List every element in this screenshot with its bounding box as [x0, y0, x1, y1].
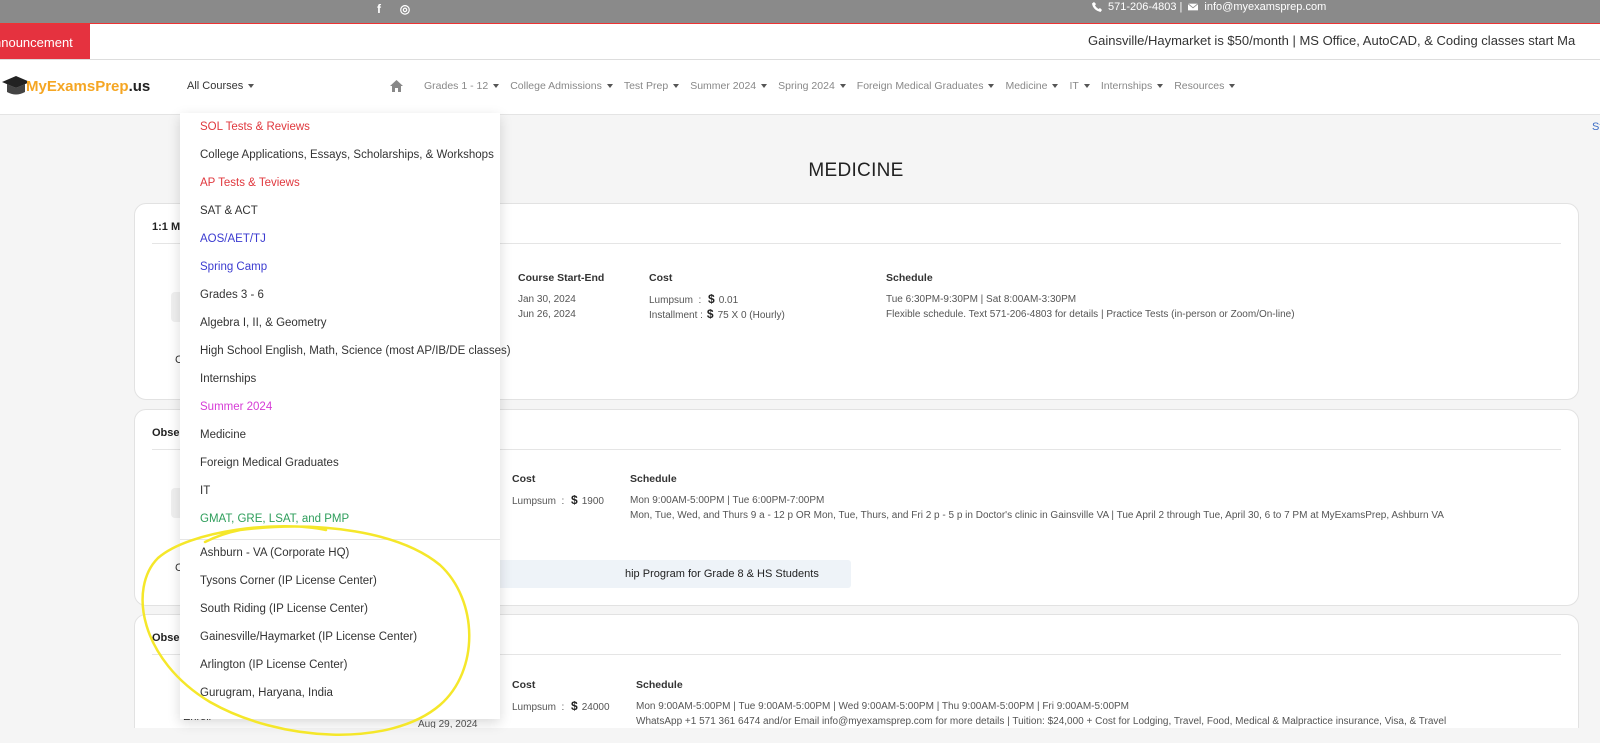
- start-date: Jan 30, 2024: [518, 294, 576, 305]
- facebook-icon[interactable]: f: [373, 2, 385, 16]
- start-end-header: Course Start-End: [518, 272, 605, 284]
- dropdown-divider: [180, 539, 500, 540]
- dollar-icon: $: [706, 307, 714, 321]
- nav-test-prep[interactable]: Test Prep: [624, 80, 680, 92]
- chevron-down-icon: [1157, 84, 1164, 88]
- instagram-icon[interactable]: ◎: [399, 2, 411, 16]
- dropdown-item-sol-tests[interactable]: SOL Tests & Reviews: [200, 121, 310, 133]
- dropdown-item-gainesville-haymarket[interactable]: Gainesville/Haymarket (IP License Center…: [200, 631, 417, 643]
- envelope-icon: [1188, 3, 1199, 11]
- nav-links: Grades 1 - 12 College Admissions Test Pr…: [424, 80, 1236, 92]
- cost-header: Cost: [649, 272, 673, 284]
- main-navbar: MyExamsPrep.us All Courses Grades 1 - 12…: [0, 60, 1600, 115]
- dropdown-item-ap-tests[interactable]: AP Tests & Teviews: [200, 177, 300, 189]
- dropdown-item-college-applications[interactable]: College Applications, Essays, Scholarshi…: [200, 149, 494, 161]
- schedule-header: Schedule: [636, 679, 683, 691]
- cost-label: Lumpsum: [512, 496, 556, 507]
- home-icon[interactable]: [390, 80, 403, 92]
- dollar-icon: $: [571, 493, 578, 507]
- dropdown-item-sat-act[interactable]: SAT & ACT: [200, 205, 258, 217]
- dropdown-item-spring-camp[interactable]: Spring Camp: [200, 261, 267, 273]
- cost-header: Cost: [512, 679, 536, 691]
- nav-resources[interactable]: Resources: [1174, 80, 1236, 92]
- announcement-text[interactable]: Gainsville/Haymarket is $50/month | MS O…: [1088, 33, 1575, 48]
- nav-it[interactable]: IT: [1069, 80, 1090, 92]
- contact-info: 571-206-4803 | info@myexamsprep.com: [1092, 0, 1326, 14]
- cost-value: 75 X 0 (Hourly): [717, 310, 785, 321]
- nav-grades[interactable]: Grades 1 - 12: [424, 80, 500, 92]
- phone-number[interactable]: 571-206-4803 |: [1108, 0, 1182, 14]
- nav-summer-2024[interactable]: Summer 2024: [690, 80, 768, 92]
- schedule-line: Flexible schedule. Text 571-206-4803 for…: [886, 309, 1295, 320]
- announcement-tag: nnouncement: [0, 24, 90, 59]
- cost-label: Installment :: [649, 310, 703, 321]
- cost-value: 0.01: [718, 295, 739, 306]
- dropdown-item-gmat-gre[interactable]: GMAT, GRE, LSAT, and PMP: [200, 513, 349, 525]
- nav-internships[interactable]: Internships: [1101, 80, 1164, 92]
- logo-tld: .us: [128, 78, 151, 95]
- dropdown-item-south-riding[interactable]: South Riding (IP License Center): [200, 603, 368, 615]
- dropdown-item-ashburn[interactable]: Ashburn - VA (Corporate HQ): [200, 547, 349, 559]
- cost-lumpsum: Lumpsum : $0.01: [649, 292, 739, 306]
- all-courses-dropdown: SOL Tests & Reviews College Applications…: [180, 113, 511, 719]
- schedule-header: Schedule: [630, 473, 677, 485]
- top-bar: f ◎ 571-206-4803 | info@myexamsprep.com: [0, 0, 1600, 23]
- all-courses-menu[interactable]: All Courses: [187, 80, 255, 92]
- schedule-header: Schedule: [886, 272, 933, 284]
- schedule-line: Mon 9:00AM-5:00PM | Tue 9:00AM-5:00PM | …: [636, 701, 1130, 712]
- dollar-icon: $: [571, 699, 578, 713]
- dropdown-item-algebra[interactable]: Algebra I, II, & Geometry: [200, 317, 327, 329]
- end-date: Jun 26, 2024: [518, 309, 576, 320]
- dropdown-item-tysons-corner[interactable]: Tysons Corner (IP License Center): [200, 575, 377, 587]
- chevron-down-icon: [1083, 84, 1090, 88]
- schedule-line: Tue 6:30PM-9:30PM | Sat 8:00AM-3:30PM: [886, 294, 1077, 305]
- dropdown-item-grades-3-6[interactable]: Grades 3 - 6: [200, 289, 264, 301]
- cost-value: 1900: [581, 496, 604, 507]
- internship-program-button[interactable]: hip Program for Grade 8 & HS Students: [475, 560, 851, 588]
- cost-lumpsum: Lumpsum : $1900: [512, 493, 604, 507]
- dropdown-item-it[interactable]: IT: [200, 485, 210, 497]
- phone-icon: [1092, 2, 1102, 12]
- cost-header: Cost: [512, 473, 536, 485]
- announcement-bar: nnouncement Gainsville/Haymarket is $50/…: [0, 23, 1600, 60]
- email-link[interactable]: info@myexamsprep.com: [1204, 0, 1326, 14]
- chevron-down-icon: [761, 84, 768, 88]
- chevron-down-icon: [988, 84, 995, 88]
- cost-lumpsum: Lumpsum : $24000: [512, 699, 610, 713]
- schedule-line: WhatsApp +1 571 361 6474 and/or Email in…: [636, 716, 1447, 727]
- chevron-down-icon: [248, 84, 255, 89]
- cost-value: 24000: [581, 702, 610, 713]
- chevron-down-icon: [493, 84, 500, 88]
- dollar-icon: $: [708, 292, 715, 306]
- nav-foreign-medical-graduates[interactable]: Foreign Medical Graduates: [857, 80, 995, 92]
- dropdown-item-arlington[interactable]: Arlington (IP License Center): [200, 659, 347, 671]
- social-links: f ◎: [373, 2, 411, 16]
- nav-medicine[interactable]: Medicine: [1005, 80, 1059, 92]
- chevron-down-icon: [839, 84, 846, 88]
- dropdown-item-high-school[interactable]: High School English, Math, Science (most…: [200, 345, 511, 357]
- logo-text: MyExamsPrep: [26, 78, 129, 95]
- side-link[interactable]: St: [1592, 121, 1600, 133]
- page-bottom: [0, 728, 1600, 743]
- dropdown-item-medicine[interactable]: Medicine: [200, 429, 246, 441]
- schedule-line: Mon 9:00AM-5:00PM | Tue 6:00PM-7:00PM: [630, 495, 825, 506]
- cost-label: Lumpsum: [649, 295, 693, 306]
- nav-college-admissions[interactable]: College Admissions: [510, 80, 613, 92]
- chevron-down-icon: [673, 84, 680, 88]
- chevron-down-icon: [1052, 84, 1059, 88]
- schedule-line: Mon, Tue, Wed, and Thurs 9 a - 12 p OR M…: [630, 510, 1444, 521]
- site-logo[interactable]: MyExamsPrep.us: [0, 70, 150, 108]
- dropdown-item-internships[interactable]: Internships: [200, 373, 256, 385]
- chevron-down-icon: [606, 84, 613, 88]
- dropdown-item-aos-aet-tj[interactable]: AOS/AET/TJ: [200, 233, 266, 245]
- cost-installment: Installment : $75 X 0 (Hourly): [649, 307, 785, 323]
- nav-spring-2024[interactable]: Spring 2024: [778, 80, 846, 92]
- dropdown-item-foreign-medical-graduates[interactable]: Foreign Medical Graduates: [200, 457, 339, 469]
- cost-label: Lumpsum: [512, 702, 556, 713]
- dropdown-item-gurugram[interactable]: Gurugram, Haryana, India: [200, 687, 333, 699]
- dropdown-item-summer-2024[interactable]: Summer 2024: [200, 401, 272, 413]
- chevron-down-icon: [1229, 84, 1236, 88]
